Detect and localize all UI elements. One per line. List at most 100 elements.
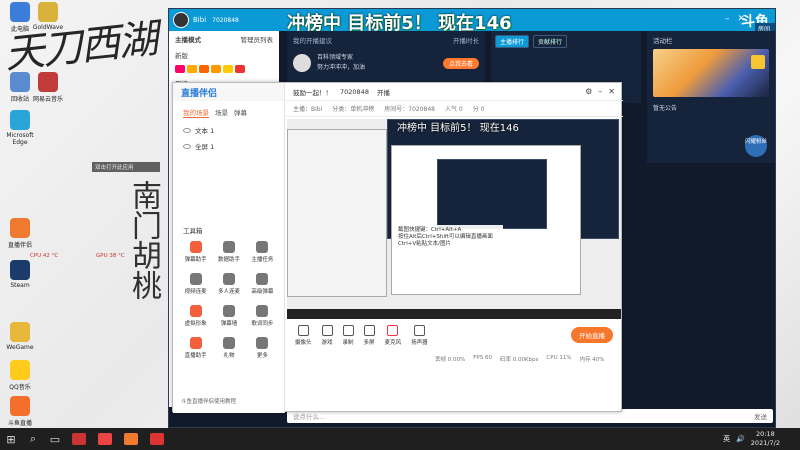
task-view-icon[interactable]: ▭: [44, 428, 66, 450]
tab-danmu[interactable]: 弹幕: [234, 107, 247, 118]
danmu-advanced-icon: [256, 273, 269, 285]
desktop-tooltip: 双击打开此应用: [92, 162, 160, 172]
tool-item[interactable]: 虚拟形象: [179, 305, 212, 327]
ime-indicator[interactable]: 英: [723, 434, 730, 444]
eye-icon[interactable]: [183, 127, 191, 133]
windows-start-icon[interactable]: ⊞: [0, 428, 22, 450]
desktop-icon[interactable]: GoldWave: [30, 2, 66, 31]
desktop-icon[interactable]: 直播伴侣: [2, 218, 38, 249]
desktop-icon[interactable]: Microsoft Edge: [2, 110, 38, 146]
suggestion-action[interactable]: 开播时长: [453, 35, 479, 45]
data-icon: [222, 241, 235, 253]
minimize-icon[interactable]: –: [598, 87, 602, 96]
live-companion-window: 直播伴侣 我的场景 场景 弹幕 文本 1 全屏 1 工具箱 弹幕助手 数据助手 …: [172, 82, 623, 413]
gpu-temp: GPU 38 °C: [96, 253, 125, 259]
activity-caption: 暂无公告: [653, 105, 678, 112]
record-button[interactable]: 录制: [342, 324, 354, 346]
clock[interactable]: 20:18 2021/7/2: [751, 430, 780, 448]
scene-item[interactable]: 全屏 1: [173, 138, 284, 154]
activity-banner[interactable]: [653, 49, 769, 97]
control-bar: 摄像头 游戏 录制 多屏 麦克风 扬声器 开始直播: [287, 321, 621, 349]
status-bar: 丢帧 0.00% FPS 60 码率 0.00Kbps CPU 11% 内存 4…: [435, 355, 605, 363]
taskbar: ⊞ ⌕ ▭ 英 🔊 20:18 2021/7/2: [0, 428, 800, 450]
desktop-icon[interactable]: Steam: [2, 260, 38, 289]
manager-list-link[interactable]: 管理员列表: [241, 34, 274, 44]
sidebar-header: 主播模式 管理员列表: [175, 34, 274, 44]
stream-title[interactable]: 鼓励一起！！: [293, 87, 332, 97]
video-icon: [189, 273, 202, 285]
screen-icon: [363, 324, 375, 336]
taskbar-app[interactable]: [118, 428, 144, 450]
steam-icon: [10, 260, 30, 280]
goldwave-icon: [38, 2, 58, 22]
sidebar-new: 新版: [175, 52, 188, 60]
mic-icon: [387, 324, 399, 336]
activity-panel: 活动栏 暂无公告 闪耀粉丝: [647, 31, 775, 163]
desktop-icon[interactable]: QQ音乐: [2, 360, 38, 391]
tool-item[interactable]: 歌词同步: [246, 305, 279, 327]
speaker-button[interactable]: 扬声器: [411, 324, 428, 346]
companion-sidebar: 直播伴侣 我的场景 场景 弹幕 文本 1 全屏 1 工具箱 弹幕助手 数据助手 …: [173, 83, 285, 413]
stream-preview[interactable]: 冲榜中 目标前5！ 现在146 截图快捷键：Ctrl+Alt+A 按住Alt后C…: [287, 119, 621, 319]
tool-item[interactable]: 更多: [246, 337, 279, 359]
music-app-icon: [98, 433, 112, 445]
camera-button[interactable]: 摄像头: [295, 324, 312, 346]
multiscreen-button[interactable]: 多屏: [363, 324, 375, 346]
taskbar-app[interactable]: [66, 428, 92, 450]
preview-banner: 冲榜中 目标前5！ 现在146: [397, 123, 519, 134]
send-button[interactable]: 发送: [754, 411, 767, 421]
room-id: 7020848: [340, 87, 369, 96]
suggestion-title: 我的开播建议: [293, 37, 332, 45]
computer-icon: [10, 2, 30, 22]
close-icon[interactable]: ✕: [608, 87, 615, 96]
start-stream-button[interactable]: 开始直播: [571, 327, 613, 343]
tab-anchor-rank[interactable]: 主播排行: [495, 35, 530, 48]
tool-item[interactable]: 弹幕助手: [179, 241, 212, 263]
tab-contrib-rank[interactable]: 贡献排行: [533, 35, 568, 48]
fans-button[interactable]: 闪耀粉丝: [745, 135, 767, 157]
category-selector[interactable]: 分类：单机冲榜: [332, 104, 374, 113]
qq-music-icon: [10, 360, 30, 380]
desktop-icon[interactable]: 网易云音乐: [30, 72, 66, 103]
danmu-icon: [189, 241, 202, 253]
companion-brand: 直播伴侣: [173, 83, 284, 101]
view-button[interactable]: 点我去看: [442, 57, 479, 69]
tool-item[interactable]: 直播助手: [179, 337, 212, 359]
tool-item[interactable]: 主播任务: [246, 241, 279, 263]
tool-item[interactable]: 视频连麦: [179, 273, 212, 295]
shortcut-tips: 截图快捷键：Ctrl+Alt+A 按住Alt后Ctrl+Shift可以编辑直播画…: [395, 225, 503, 250]
tool-item[interactable]: 礼物: [212, 337, 245, 359]
companion-main: 鼓励一起！！ 7020848 开播 ⚙ – ✕ 主播：Bibi 分类：单机冲榜 …: [285, 83, 623, 413]
desktop-icon[interactable]: 斗鱼直播: [2, 396, 38, 427]
wegame-icon: [10, 322, 30, 342]
taskbar-app[interactable]: [144, 428, 170, 450]
tab-scenes[interactable]: 场景: [215, 107, 228, 118]
live-companion-icon: [124, 433, 138, 445]
minimize-icon[interactable]: –: [725, 14, 730, 24]
music-app-icon: [38, 72, 58, 92]
recycle-bin-icon: [10, 72, 30, 92]
volume-icon[interactable]: 🔊: [736, 435, 745, 443]
tool-item[interactable]: 多人连麦: [212, 273, 245, 295]
eye-icon[interactable]: [183, 143, 191, 149]
lyrics-icon: [256, 305, 269, 317]
mic-button[interactable]: 麦克风: [385, 324, 401, 346]
room-id: 7020848: [212, 16, 239, 24]
taskbar-app[interactable]: [92, 428, 118, 450]
settings-icon[interactable]: ⚙: [585, 87, 592, 96]
desktop-icon[interactable]: WeGame: [2, 322, 38, 351]
tutorial-link[interactable]: 斗鱼直播伴侣使用教程: [181, 397, 236, 405]
toolbox-grid: 弹幕助手 数据助手 主播任务 视频连麦 多人连麦 高级弹幕 虚拟形象 弹幕墙 歌…: [179, 241, 279, 359]
tool-item[interactable]: 弹幕墙: [212, 305, 245, 327]
tool-item[interactable]: 数据助手: [212, 241, 245, 263]
scene-item[interactable]: 文本 1: [173, 122, 284, 138]
mic-icon: [222, 273, 235, 285]
search-icon[interactable]: ⌕: [22, 428, 44, 450]
game-button[interactable]: 游戏: [321, 324, 333, 346]
avatar[interactable]: [173, 12, 189, 28]
more-icon: [256, 337, 269, 349]
tool-item[interactable]: 高级弹幕: [246, 273, 279, 295]
tab-my-scenes[interactable]: 我的场景: [183, 107, 209, 118]
activity-title: 活动栏: [653, 37, 673, 45]
avatar-icon: [189, 305, 202, 317]
